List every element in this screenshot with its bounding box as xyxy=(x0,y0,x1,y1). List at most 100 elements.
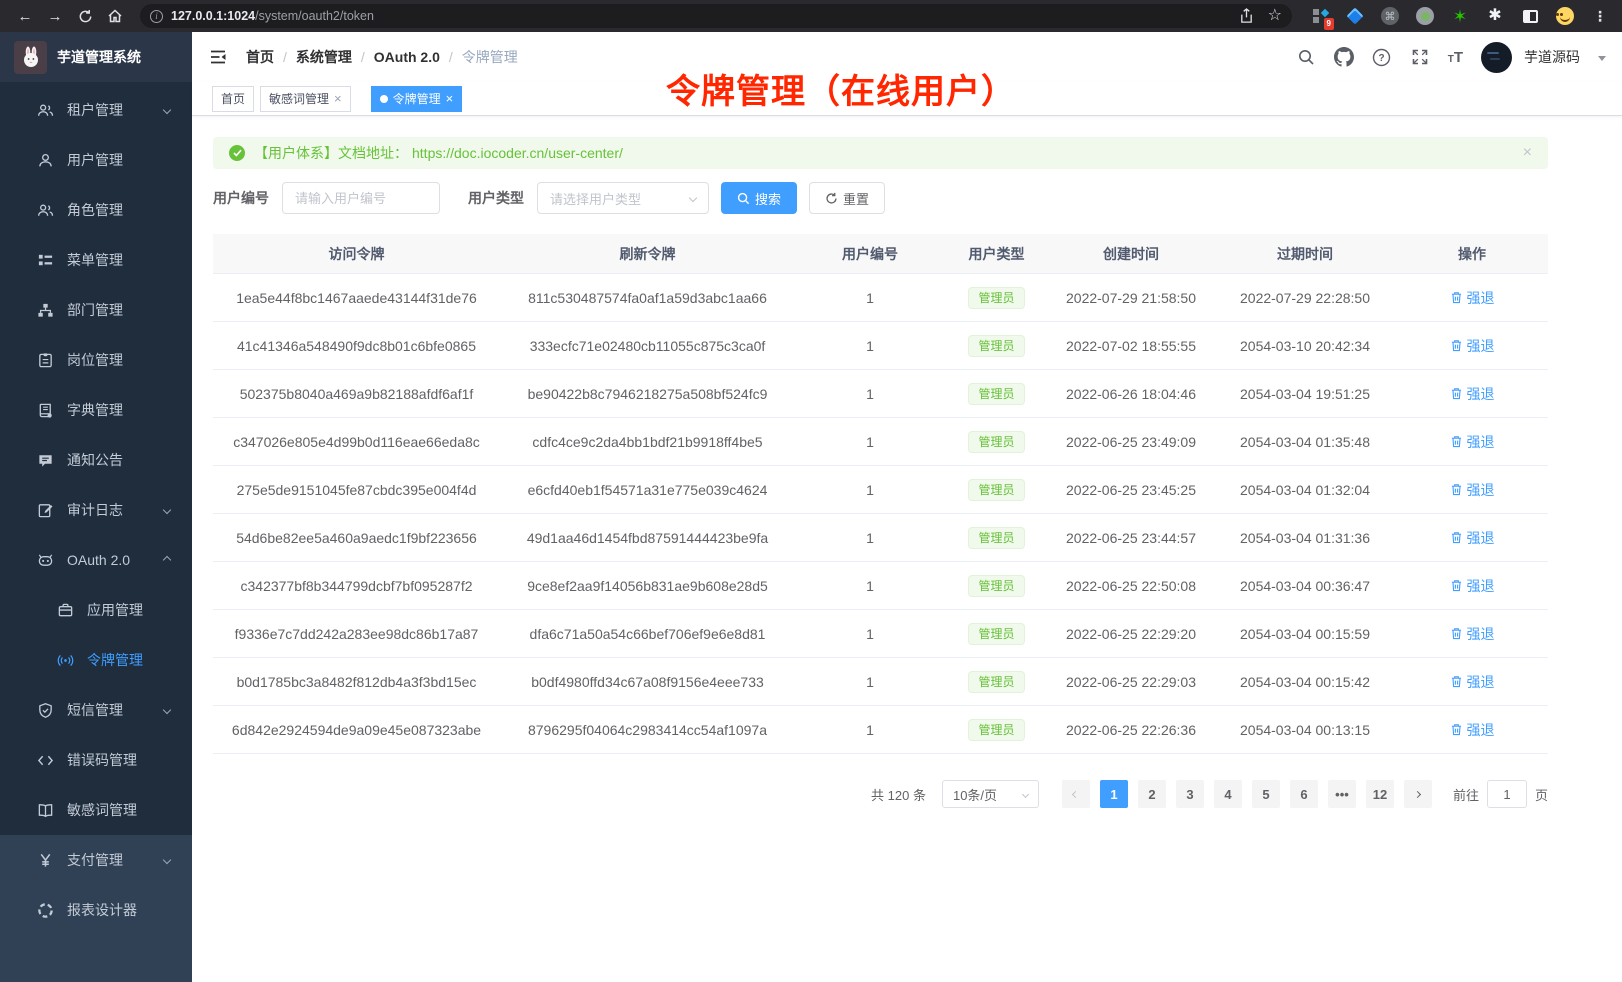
bookmark-star-icon[interactable]: ☆ xyxy=(1268,8,1282,24)
navbar-actions: ? TT 芋道源码 xyxy=(1296,42,1606,73)
sidebar-item-sms[interactable]: 短信管理 xyxy=(0,685,192,735)
sidebar-item-notice[interactable]: 通知公告 xyxy=(0,435,192,485)
extension-star-icon[interactable]: ✶ xyxy=(1450,6,1470,26)
logo-bar[interactable]: 芋道管理系统 xyxy=(0,32,192,82)
tab-sensitive-word[interactable]: 敏感词管理 × xyxy=(260,86,351,112)
page-button-3[interactable]: 3 xyxy=(1176,780,1204,808)
user-name[interactable]: 芋道源码 xyxy=(1524,47,1580,67)
filter-form: 用户编号 用户类型 请选择用户类型 搜索 xyxy=(213,182,1548,214)
extension-gem-icon[interactable] xyxy=(1345,6,1365,26)
sidebar-item-user[interactable]: 用户管理 xyxy=(0,135,192,185)
force-logout-button[interactable]: 强退 xyxy=(1450,672,1495,692)
force-logout-button[interactable]: 强退 xyxy=(1450,624,1495,644)
expire-time-cell: 2054-03-04 19:51:25 xyxy=(1214,386,1396,402)
share-icon[interactable] xyxy=(1239,8,1254,24)
page-button-12[interactable]: 12 xyxy=(1366,780,1394,808)
notice-message-icon xyxy=(37,452,54,469)
sidebar-item-app-manage[interactable]: 应用管理 xyxy=(0,585,192,635)
page-button-6[interactable]: 6 xyxy=(1290,780,1318,808)
user-type-badge: 管理员 xyxy=(968,527,1024,549)
sidebar-item-sensitive-word[interactable]: 敏感词管理 xyxy=(0,785,192,835)
force-logout-button[interactable]: 强退 xyxy=(1450,336,1495,356)
access-token-cell: 275e5de9151045fe87cbdc395e004f4d xyxy=(213,482,500,498)
next-page-button[interactable] xyxy=(1404,780,1432,808)
back-icon[interactable]: ← xyxy=(12,4,38,28)
chevron-down-icon xyxy=(163,706,171,714)
address-bar[interactable]: i 127.0.0.1:1024/system/oauth2/token ☆ xyxy=(140,4,1292,28)
url-text[interactable]: 127.0.0.1:1024/system/oauth2/token xyxy=(171,9,374,23)
avatar[interactable] xyxy=(1481,42,1512,73)
page-ellipsis[interactable]: ••• xyxy=(1328,780,1356,808)
force-logout-button[interactable]: 强退 xyxy=(1450,432,1495,452)
sidebar-item-dict[interactable]: 字典管理 xyxy=(0,385,192,435)
page-size-select[interactable]: 10条/页 xyxy=(942,780,1039,808)
forward-icon[interactable]: → xyxy=(42,4,68,28)
sidebar: 芋道管理系统 租户管理 用户管理 角色管理 菜单管理 部门管理 xyxy=(0,32,192,982)
table-row: c342377bf8b344799dcbf7bf095287f2 9ce8ef2… xyxy=(213,562,1548,610)
force-logout-button[interactable]: 强退 xyxy=(1450,576,1495,596)
extension-pinwheel-icon[interactable]: ✱ xyxy=(1485,6,1505,26)
close-icon[interactable]: × xyxy=(446,92,454,105)
table-body: 1ea5e44f8bc1467aaede43144f31de76 811c530… xyxy=(213,274,1548,754)
user-type-cell: 管理员 xyxy=(945,719,1048,741)
search-button[interactable]: 搜索 xyxy=(721,182,797,214)
extension-split-icon[interactable] xyxy=(1520,6,1540,26)
prev-page-button[interactable] xyxy=(1062,780,1090,808)
home-icon[interactable] xyxy=(102,4,128,28)
sidebar-item-report-designer[interactable]: 报表设计器 xyxy=(0,885,192,935)
user-id-cell: 1 xyxy=(795,290,945,306)
table-row: b0d1785bc3a8482f812db4a3f3bd15ec b0df498… xyxy=(213,658,1548,706)
fullscreen-icon[interactable] xyxy=(1410,47,1430,67)
tab-token-manage[interactable]: 令牌管理 × xyxy=(371,86,463,112)
page-button-1[interactable]: 1 xyxy=(1100,780,1128,808)
force-logout-button[interactable]: 强退 xyxy=(1450,288,1495,308)
sidebar-item-token-manage[interactable]: 令牌管理 xyxy=(0,635,192,685)
page-button-2[interactable]: 2 xyxy=(1138,780,1166,808)
font-size-icon[interactable]: TT xyxy=(1448,49,1463,66)
sidebar-item-post[interactable]: 岗位管理 xyxy=(0,335,192,385)
close-icon[interactable]: × xyxy=(334,92,342,105)
reload-icon[interactable] xyxy=(72,4,98,28)
extension-command-icon[interactable]: ⌘ xyxy=(1380,6,1400,26)
user-id-input[interactable] xyxy=(282,182,440,214)
site-info-icon[interactable]: i xyxy=(150,10,163,23)
extension-grid-icon[interactable]: 9 xyxy=(1310,6,1330,26)
alert-close-icon[interactable]: × xyxy=(1523,145,1532,161)
sidebar-item-error-code[interactable]: 错误码管理 xyxy=(0,735,192,785)
goto-page-input[interactable] xyxy=(1487,780,1527,808)
extension-emoji-icon[interactable] xyxy=(1555,6,1575,26)
search-icon[interactable] xyxy=(1296,47,1316,67)
reset-button[interactable]: 重置 xyxy=(809,182,885,214)
extension-proxy-icon[interactable] xyxy=(1415,6,1435,26)
alert-text: 【用户体系】文档地址： xyxy=(254,143,408,163)
app-title: 芋道管理系统 xyxy=(57,47,141,67)
sidebar-item-pay[interactable]: 支付管理 xyxy=(0,835,192,885)
sidebar-item-audit-log[interactable]: 审计日志 xyxy=(0,485,192,535)
user-type-cell: 管理员 xyxy=(945,431,1048,453)
action-cell: 强退 xyxy=(1396,336,1548,356)
doc-link[interactable]: https://doc.iocoder.cn/user-center/ xyxy=(412,145,623,161)
force-logout-button[interactable]: 强退 xyxy=(1450,480,1495,500)
user-type-badge: 管理员 xyxy=(968,623,1024,645)
search-button-icon xyxy=(737,192,750,205)
page-button-5[interactable]: 5 xyxy=(1252,780,1280,808)
caret-down-icon[interactable] xyxy=(1598,56,1606,61)
sidebar-item-menu[interactable]: 菜单管理 xyxy=(0,235,192,285)
page-button-4[interactable]: 4 xyxy=(1214,780,1242,808)
sidebar-item-dept[interactable]: 部门管理 xyxy=(0,285,192,335)
user-type-select[interactable]: 请选择用户类型 xyxy=(537,182,709,214)
force-logout-button[interactable]: 强退 xyxy=(1450,528,1495,548)
tab-home[interactable]: 首页 xyxy=(212,86,254,112)
kebab-menu-icon[interactable]: ⋮ xyxy=(1590,6,1610,26)
github-icon[interactable] xyxy=(1334,47,1354,67)
refresh-token-cell: dfa6c71a50a54c66bef706ef9e6e8d81 xyxy=(500,626,795,642)
force-logout-button[interactable]: 强退 xyxy=(1450,720,1495,740)
help-icon[interactable]: ? xyxy=(1372,47,1392,67)
sidebar-item-tenant[interactable]: 租户管理 xyxy=(0,85,192,135)
trash-icon xyxy=(1450,387,1463,400)
sidebar-item-role[interactable]: 角色管理 xyxy=(0,185,192,235)
hamburger-icon[interactable] xyxy=(208,47,228,67)
force-logout-button[interactable]: 强退 xyxy=(1450,384,1495,404)
sidebar-item-oauth[interactable]: OAuth 2.0 xyxy=(0,535,192,585)
breadcrumb-home[interactable]: 首页 xyxy=(246,47,274,67)
